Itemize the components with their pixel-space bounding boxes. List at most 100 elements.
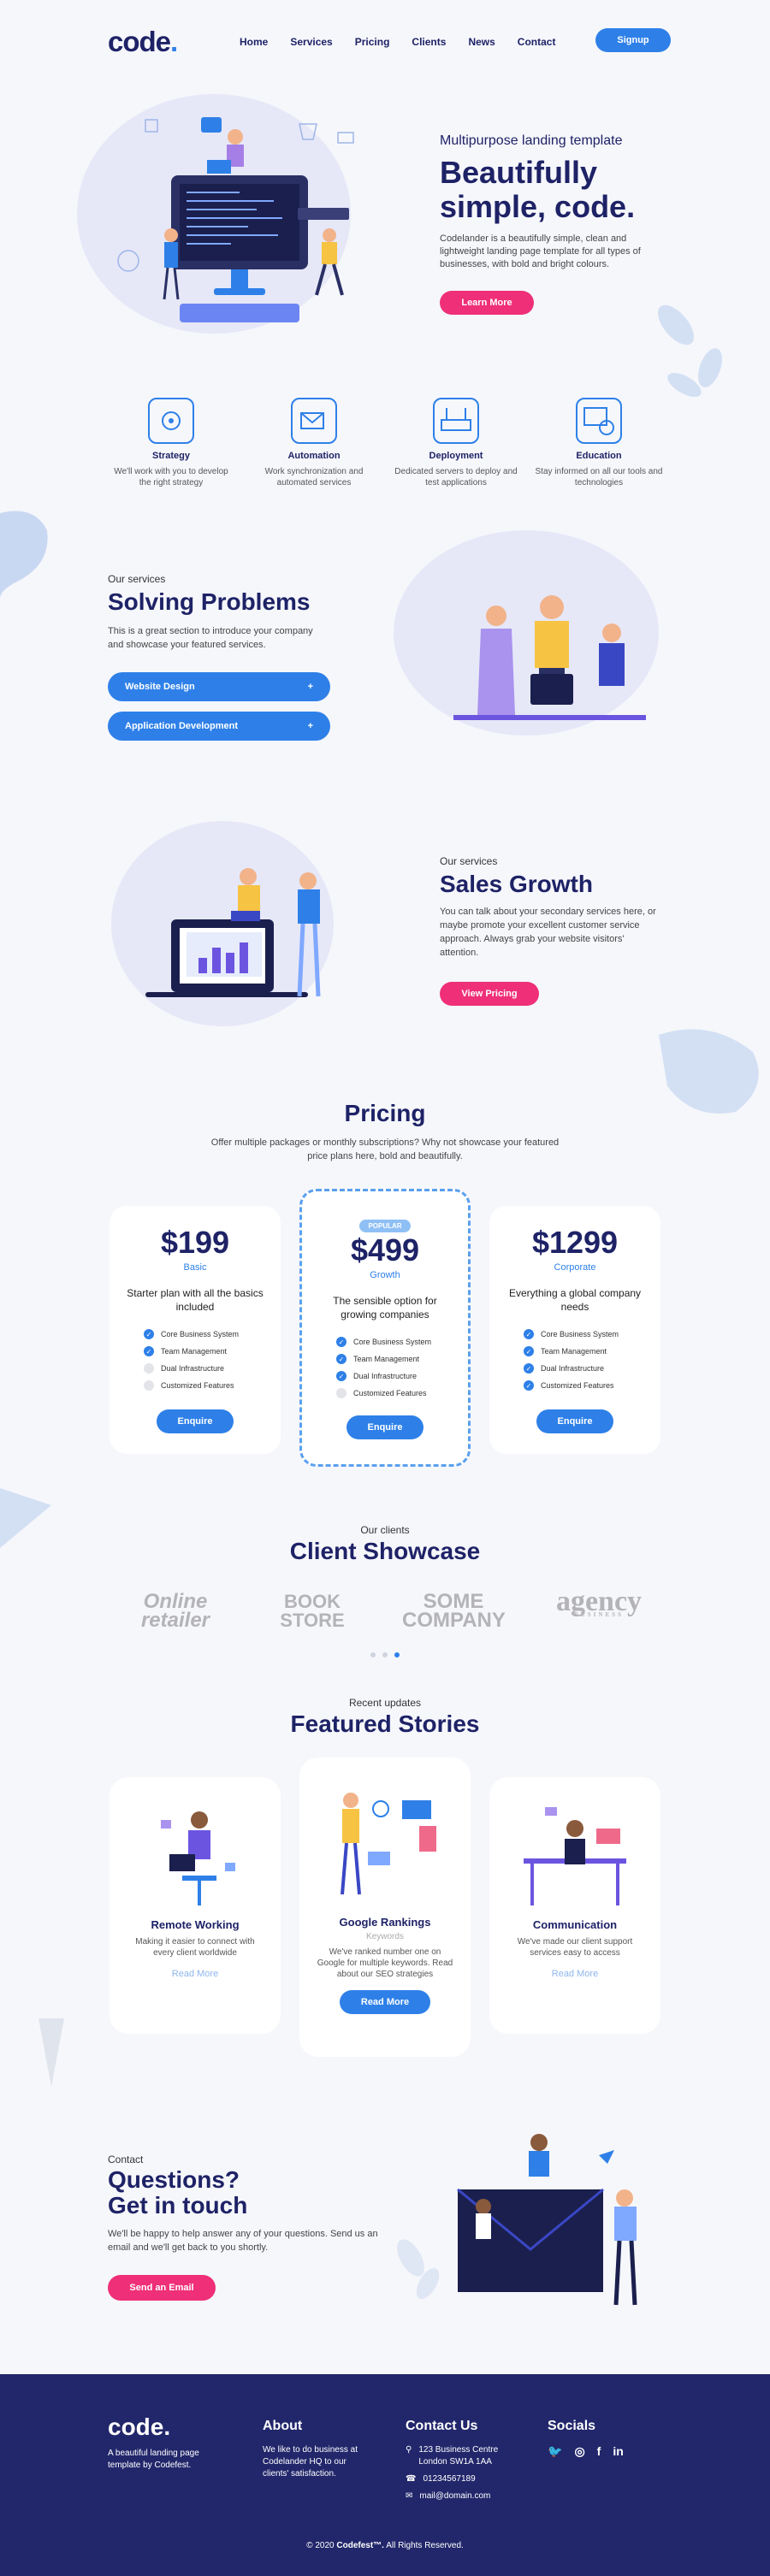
remote-working-illustration <box>161 1811 235 1905</box>
services-kicker: Our services <box>108 573 166 585</box>
story-subtitle: Keywords <box>366 1932 404 1941</box>
hero-title: Beautifully simple, code. <box>440 155 636 224</box>
footer-contact-title: Contact Us <box>406 2419 478 2433</box>
footer-email: ✉ mail@domain.com <box>406 2490 490 2502</box>
story-text: Making it easier to connect with every c… <box>135 1937 255 1958</box>
carousel-dot-active[interactable] <box>394 1652 400 1657</box>
nav-news[interactable]: News <box>468 36 495 48</box>
plan-feature: Dual Infrastructure <box>144 1360 281 1377</box>
accordion-label: Website Design <box>125 682 195 692</box>
enquire-button[interactable]: Enquire <box>346 1415 424 1439</box>
carousel-dot[interactable] <box>370 1652 376 1657</box>
plan-feature: ✓ Customized Features <box>524 1377 660 1394</box>
accordion-application-development[interactable]: Application Development + <box>108 712 330 741</box>
twitter-icon[interactable]: 🐦 <box>548 2444 562 2459</box>
feature-text: We'll work with you to develop the right… <box>114 467 228 487</box>
accordion-website-design[interactable]: Website Design + <box>108 672 330 701</box>
signup-button[interactable]: Signup <box>595 28 671 52</box>
hero-illustration <box>117 117 354 322</box>
instagram-icon[interactable]: ◎ <box>574 2444 584 2459</box>
enquire-button[interactable]: Enquire <box>536 1409 613 1433</box>
send-email-button[interactable]: Send an Email <box>108 2275 216 2301</box>
main-nav: Home Services Pricing Clients News Conta… <box>240 36 555 48</box>
client-logo-some-company: SOME COMPANY <box>402 1590 506 1632</box>
check-icon <box>336 1388 346 1398</box>
check-icon: ✓ <box>524 1380 534 1391</box>
plan-description: The sensible option for growing companie… <box>333 1295 437 1320</box>
plan-features: ✓ Core Business System ✓ Team Management ✓… <box>524 1326 660 1394</box>
sales-kicker: Our services <box>440 855 498 867</box>
feature-label: Customized Features <box>161 1381 234 1390</box>
read-more-link[interactable]: Read More <box>489 1969 660 1979</box>
facebook-icon[interactable]: f <box>597 2444 601 2459</box>
enquire-button[interactable]: Enquire <box>157 1409 234 1433</box>
feature-label: Dual Infrastructure <box>161 1364 225 1373</box>
check-icon <box>144 1363 154 1374</box>
plan-feature: ✓ Team Management <box>524 1343 660 1360</box>
linkedin-icon[interactable]: in <box>613 2444 623 2459</box>
client-logo-agency: agency BUSINESS <box>530 1587 667 1619</box>
copyright-year: © 2020 <box>306 2541 335 2550</box>
footer-tagline: A beautiful landing page template by Cod… <box>108 2449 199 2470</box>
view-pricing-button[interactable]: View Pricing <box>440 982 539 1006</box>
contact-kicker: Contact <box>108 2154 144 2165</box>
logo[interactable]: code. <box>108 26 178 58</box>
address-line1: 123 Business Centre <box>418 2445 499 2455</box>
story-card-communication: Communication We've made our client supp… <box>489 1777 660 2034</box>
story-text: We've ranked number one on Google for mu… <box>317 1947 453 1979</box>
footer-phone: ☎ 01234567189 <box>406 2473 476 2485</box>
feature-text: Dedicated servers to deploy and test app… <box>394 467 518 487</box>
feature-label: Team Management <box>161 1347 228 1356</box>
sales-title: Sales Growth <box>440 871 593 897</box>
team-illustration <box>453 595 646 720</box>
nav-clients[interactable]: Clients <box>412 36 446 48</box>
sales-text: You can talk about your secondary servic… <box>440 907 656 958</box>
stories-title: Featured Stories <box>290 1710 480 1737</box>
plan-description: Everything a global company needs <box>508 1287 642 1313</box>
pricing-card-growth: POPULAR $499 Growth The sensible option … <box>299 1189 471 1467</box>
story-card-remote-working: Remote Working Making it easier to conne… <box>110 1777 281 2034</box>
feature-label: Dual Infrastructure <box>353 1372 418 1380</box>
plan-price: $1299 <box>531 1225 619 1260</box>
plan-feature: ✓ Team Management <box>144 1343 281 1360</box>
clients-kicker: Our clients <box>360 1524 410 1536</box>
nav-pricing[interactable]: Pricing <box>355 36 390 48</box>
feature-label: Core Business System <box>161 1330 240 1338</box>
plan-price: $199 <box>160 1225 230 1260</box>
read-more-button[interactable]: Read More <box>340 1990 430 2014</box>
address-line2: London SW1A 1AA <box>418 2457 492 2467</box>
feature-label: Core Business System <box>541 1330 619 1338</box>
plan-feature: ✓ Dual Infrastructure <box>336 1368 468 1385</box>
nav-services[interactable]: Services <box>290 36 332 48</box>
feature-automation: Automation Work synchronization and auto… <box>250 398 378 488</box>
carousel-dots <box>370 1652 400 1657</box>
plan-feature: ✓ Core Business System <box>336 1333 468 1350</box>
footer-logo[interactable]: code. <box>108 2414 170 2441</box>
carousel-dot[interactable] <box>382 1652 388 1657</box>
plan-features: ✓ Core Business System ✓ Team Management D… <box>144 1326 281 1394</box>
nav-home[interactable]: Home <box>240 36 268 48</box>
automation-icon <box>291 398 337 444</box>
phone-number[interactable]: 01234567189 <box>423 2473 475 2485</box>
learn-more-button[interactable]: Learn More <box>440 291 534 315</box>
contact-illustration <box>457 2134 637 2306</box>
check-icon: ✓ <box>336 1337 346 1347</box>
strategy-icon <box>148 398 194 444</box>
accordion-label: Application Development <box>125 721 239 731</box>
clients-title: Client Showcase <box>289 1538 481 1564</box>
plan-feature: Customized Features <box>336 1385 468 1402</box>
plan-feature: ✓ Team Management <box>336 1350 468 1368</box>
plan-feature: ✓ Core Business System <box>144 1326 281 1343</box>
email-address[interactable]: mail@domain.com <box>419 2490 490 2502</box>
nav-contact[interactable]: Contact <box>518 36 556 48</box>
feature-strategy: Strategy We'll work with you to develop … <box>107 398 235 488</box>
feature-label: Customized Features <box>353 1389 427 1397</box>
feature-label: Core Business System <box>353 1338 432 1346</box>
feature-title: Education <box>576 451 622 461</box>
copyright-brand: Codefest™. <box>336 2541 384 2550</box>
copyright-text: All Rights Reserved. <box>386 2541 464 2550</box>
plan-tier: Growth <box>370 1270 400 1280</box>
read-more-link[interactable]: Read More <box>110 1969 281 1979</box>
footer-address: ⚲ 123 Business Centre London SW1A 1AA <box>406 2444 498 2468</box>
contact-title-line1: Questions? <box>108 2166 240 2193</box>
